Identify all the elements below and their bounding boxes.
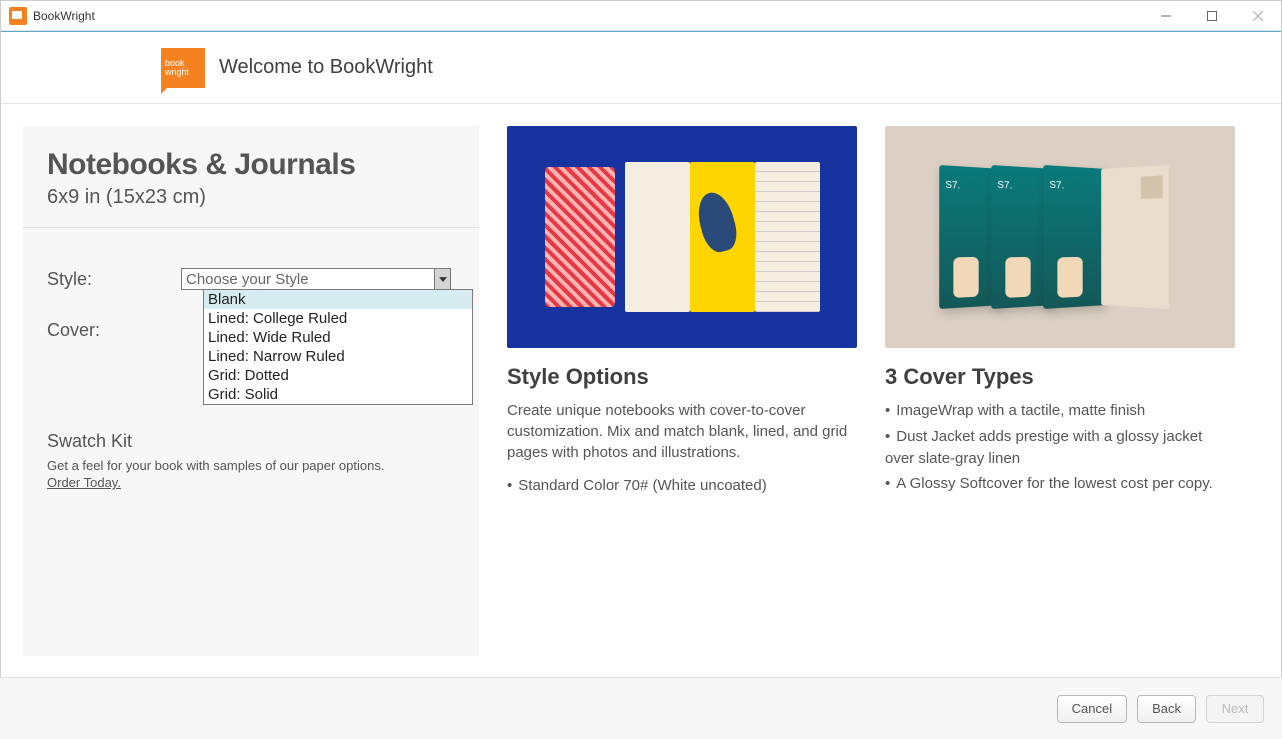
product-title: Notebooks & Journals <box>47 148 455 182</box>
style-options-desc: Create unique notebooks with cover-to-co… <box>507 400 857 463</box>
cancel-button[interactable]: Cancel <box>1057 695 1127 723</box>
style-select[interactable]: Choose your Style <box>181 268 451 290</box>
window-title: BookWright <box>33 9 95 23</box>
option-lined-college[interactable]: Lined: College Ruled <box>204 309 472 328</box>
titlebar: BookWright <box>1 1 1281 31</box>
logo-text-2: wright <box>165 68 205 77</box>
logo-icon: book wright <box>161 48 205 88</box>
book-label: S7. <box>945 180 960 192</box>
page-yellow <box>690 162 755 312</box>
book-open-icon <box>1101 165 1169 309</box>
notebook-red-icon <box>545 167 615 307</box>
cover-bullet-3: •A Glossy Softcover for the lowest cost … <box>885 473 1235 495</box>
left-panel: Notebooks & Journals 6x9 in (15x23 cm) S… <box>23 126 479 656</box>
book-label: S7. <box>1049 180 1064 192</box>
book-label: S7. <box>997 180 1012 192</box>
footer: Cancel Back Next <box>0 677 1282 739</box>
style-options-image <box>507 126 857 348</box>
cover-label: Cover: <box>47 320 181 341</box>
divider <box>23 227 479 228</box>
cover-types-image: S7. S7. S7. <box>885 126 1235 348</box>
cover-bullet-3-text: A Glossy Softcover for the lowest cost p… <box>896 475 1213 492</box>
maximize-button[interactable] <box>1189 1 1235 31</box>
style-label: Style: <box>47 269 181 290</box>
option-lined-narrow[interactable]: Lined: Narrow Ruled <box>204 347 472 366</box>
option-grid-dotted[interactable]: Grid: Dotted <box>204 366 472 385</box>
product-subtitle: 6x9 in (15x23 cm) <box>47 186 455 209</box>
cover-bullet-2-text: Dust Jacket adds prestige with a glossy … <box>885 428 1202 467</box>
book-icon: S7. <box>1043 165 1105 309</box>
minimize-button[interactable] <box>1143 1 1189 31</box>
window-controls <box>1143 1 1281 31</box>
order-today-link[interactable]: Order Today. <box>47 475 121 490</box>
style-select-text: Choose your Style <box>182 271 309 288</box>
next-button: Next <box>1206 695 1264 723</box>
option-lined-wide[interactable]: Lined: Wide Ruled <box>204 328 472 347</box>
cover-types-column: S7. S7. S7. 3 Cover Types •ImageWrap wit… <box>885 126 1235 656</box>
page-lined <box>755 162 820 312</box>
style-options-title: Style Options <box>507 364 857 390</box>
content: Notebooks & Journals 6x9 in (15x23 cm) S… <box>1 104 1281 678</box>
swatch-kit-desc: Get a feel for your book with samples of… <box>47 458 455 473</box>
style-dropdown-list: Blank Lined: College Ruled Lined: Wide R… <box>203 289 473 405</box>
style-row: Style: Choose your Style <box>47 268 455 290</box>
cover-bullet-1-text: ImageWrap with a tactile, matte finish <box>896 402 1145 419</box>
style-bullet-1-text: Standard Color 70# (White uncoated) <box>518 477 766 494</box>
swatch-kit-title: Swatch Kit <box>47 431 455 452</box>
welcome-text: Welcome to BookWright <box>219 56 433 79</box>
close-button[interactable] <box>1235 1 1281 31</box>
app-icon <box>9 7 27 25</box>
notebook-open-icon <box>625 162 820 312</box>
back-button[interactable]: Back <box>1137 695 1196 723</box>
style-options-column: Style Options Create unique notebooks wi… <box>507 126 857 656</box>
option-blank[interactable]: Blank <box>204 290 472 309</box>
cover-types-title: 3 Cover Types <box>885 364 1235 390</box>
style-options-bullet-1: •Standard Color 70# (White uncoated) <box>507 475 857 497</box>
chevron-down-icon <box>434 269 450 289</box>
cover-bullet-1: •ImageWrap with a tactile, matte finish <box>885 400 1235 422</box>
cover-bullet-2: •Dust Jacket adds prestige with a glossy… <box>885 426 1235 470</box>
option-grid-solid[interactable]: Grid: Solid <box>204 385 472 404</box>
welcome-header: book wright Welcome to BookWright <box>1 32 1281 104</box>
page-blank <box>625 162 690 312</box>
